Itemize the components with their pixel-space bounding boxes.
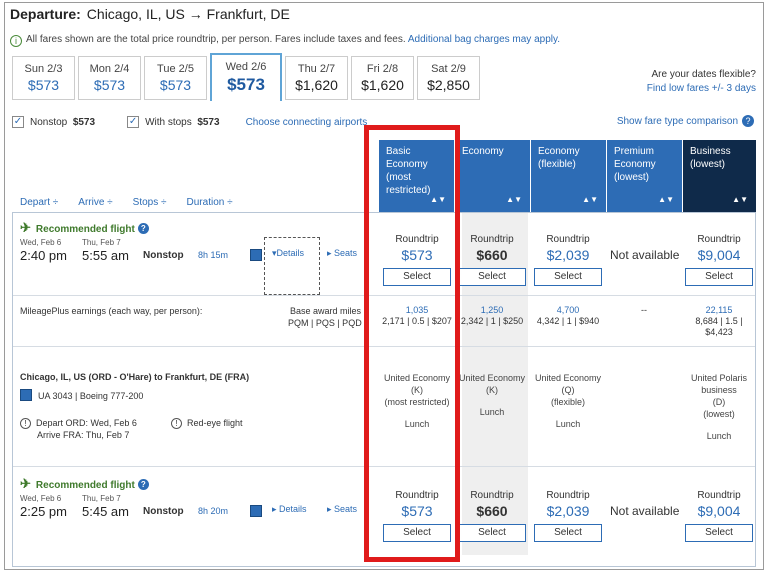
mileage-label: MileagePlus earnings (each way, per pers… xyxy=(20,306,203,316)
sort-arrive[interactable]: Arrive ÷ xyxy=(78,197,112,208)
with-stops-checkbox[interactable]: ✓ xyxy=(127,116,140,128)
fare-cell: Roundtrip $2,039 Select xyxy=(528,490,608,542)
date-tab-sat[interactable]: Sat 2/9 $2,850 xyxy=(417,56,480,100)
flight-number: UA 3043 | Boeing 777-200 xyxy=(38,391,144,401)
date-tab-wed-selected[interactable]: Wed 2/6 $573 xyxy=(210,53,282,101)
help-icon[interactable]: ? xyxy=(742,115,754,127)
nonstop-checkbox[interactable]: ✓ xyxy=(12,116,24,128)
stop-filters: ✓ Nonstop $573 ✓ With stops $573 Choose co… xyxy=(12,116,368,128)
sort-arrow-icon: ▲▼ xyxy=(506,195,522,204)
warning-icon: ! xyxy=(171,418,182,429)
date-tabs: Sun 2/3 $573 Mon 2/4 $573 Tue 2/5 $573 Wed … xyxy=(12,53,483,101)
depart-time: 2:40 pm xyxy=(20,248,67,263)
warning-icon: ! xyxy=(20,418,31,429)
fare-notice: i All fares shown are the total price rou… xyxy=(10,34,560,47)
column-economy-flexible[interactable]: Economy (flexible) ▲▼ xyxy=(531,140,606,212)
recommended-label: ✈ Recommended flight? xyxy=(20,220,149,236)
plane-icon: ✈ xyxy=(20,476,31,491)
airline-logo-icon xyxy=(250,505,262,517)
select-button[interactable]: Select xyxy=(534,524,602,542)
column-business[interactable]: Business (lowest) ▲▼ xyxy=(683,140,756,212)
flexible-dates-link[interactable]: Find low fares +/- 3 days xyxy=(647,82,756,96)
sort-arrow-icon: ▲▼ xyxy=(582,195,598,204)
miles-value: -- xyxy=(641,305,647,315)
not-available: Not available xyxy=(610,504,680,518)
route-title: Chicago, IL, US (ORD - O'Hare) to Frankf… xyxy=(20,372,250,382)
cabin-info: United Economy (K) Lunch xyxy=(458,373,526,417)
airline-logo-icon xyxy=(20,389,32,401)
fare-cell: Roundtrip $2,039 Select xyxy=(528,234,608,286)
miles-value: 4,700 4,342 | 1 | $940 xyxy=(536,305,600,326)
sort-arrow-icon: ▲▼ xyxy=(658,195,674,204)
fare-cell: Roundtrip $660 Select xyxy=(452,234,532,286)
cabin-info: United Polaris business (D) (lowest) Lunch xyxy=(690,373,748,441)
details-link[interactable]: ▸ Details xyxy=(272,504,307,515)
airline-logo-icon xyxy=(250,249,262,261)
cabin-info: United Economy (Q) (flexible) Lunch xyxy=(534,373,602,429)
flexible-dates: Are your dates flexible? Find low fares … xyxy=(646,69,756,96)
connecting-airports-link[interactable]: Choose connecting airports xyxy=(246,117,368,128)
select-button[interactable]: Select xyxy=(685,268,753,286)
fare-comparison-link[interactable]: Show fare type comparison xyxy=(617,116,738,127)
help-icon[interactable]: ? xyxy=(137,223,149,234)
date-tab-fri[interactable]: Fri 2/8 $1,620 xyxy=(351,56,414,100)
seats-link[interactable]: ▸ Seats xyxy=(327,248,357,259)
sort-duration[interactable]: Duration ÷ xyxy=(187,197,233,208)
miles-value: 22,115 8,684 | 1.5 | $4,423 xyxy=(695,305,743,337)
sort-stops[interactable]: Stops ÷ xyxy=(133,197,167,208)
plane-icon: ✈ xyxy=(20,220,31,235)
info-icon: i xyxy=(10,35,22,47)
date-tab-thu[interactable]: Thu 2/7 $1,620 xyxy=(285,56,348,100)
sort-bar: Depart ÷ Arrive ÷ Stops ÷ Duration ÷ xyxy=(20,197,253,208)
details-focus xyxy=(264,237,320,295)
page-title: Departure: Chicago, IL, US → Frankfurt, D… xyxy=(10,6,290,22)
arrive-time: 5:45 am xyxy=(82,504,129,519)
fare-cell: Roundtrip $9,004 Select xyxy=(679,490,759,542)
basic-economy-highlight-box xyxy=(364,125,460,562)
column-economy[interactable]: Economy ▲▼ xyxy=(455,140,530,212)
bag-charges-link[interactable]: Additional bag charges may apply. xyxy=(408,34,560,45)
select-button[interactable]: Select xyxy=(685,524,753,542)
date-tab-mon[interactable]: Mon 2/4 $573 xyxy=(78,56,141,100)
not-available: Not available xyxy=(610,248,680,262)
date-tab-tue[interactable]: Tue 2/5 $573 xyxy=(144,56,207,100)
help-icon[interactable]: ? xyxy=(137,479,149,490)
select-button[interactable]: Select xyxy=(458,524,526,542)
select-button[interactable]: Select xyxy=(458,268,526,286)
seats-link[interactable]: ▸ Seats xyxy=(327,504,357,515)
column-premium-economy[interactable]: Premium Economy (lowest) ▲▼ xyxy=(607,140,682,212)
details-link[interactable]: ▾Details xyxy=(272,248,304,259)
date-tab-sun[interactable]: Sun 2/3 $573 xyxy=(12,56,75,100)
sort-arrow-icon: ▲▼ xyxy=(732,195,748,204)
select-button[interactable]: Select xyxy=(534,268,602,286)
depart-time: 2:25 pm xyxy=(20,504,67,519)
miles-value: 1,250 2,342 | 1 | $250 xyxy=(460,305,524,326)
fare-cell: Roundtrip $9,004 Select xyxy=(679,234,759,286)
fare-cell: Roundtrip $660 Select xyxy=(452,490,532,542)
recommended-label: ✈ Recommended flight? xyxy=(20,476,149,492)
sort-depart[interactable]: Depart ÷ xyxy=(20,197,58,208)
arrive-time: 5:55 am xyxy=(82,248,129,263)
fare-comparison: Show fare type comparison? xyxy=(617,115,754,127)
